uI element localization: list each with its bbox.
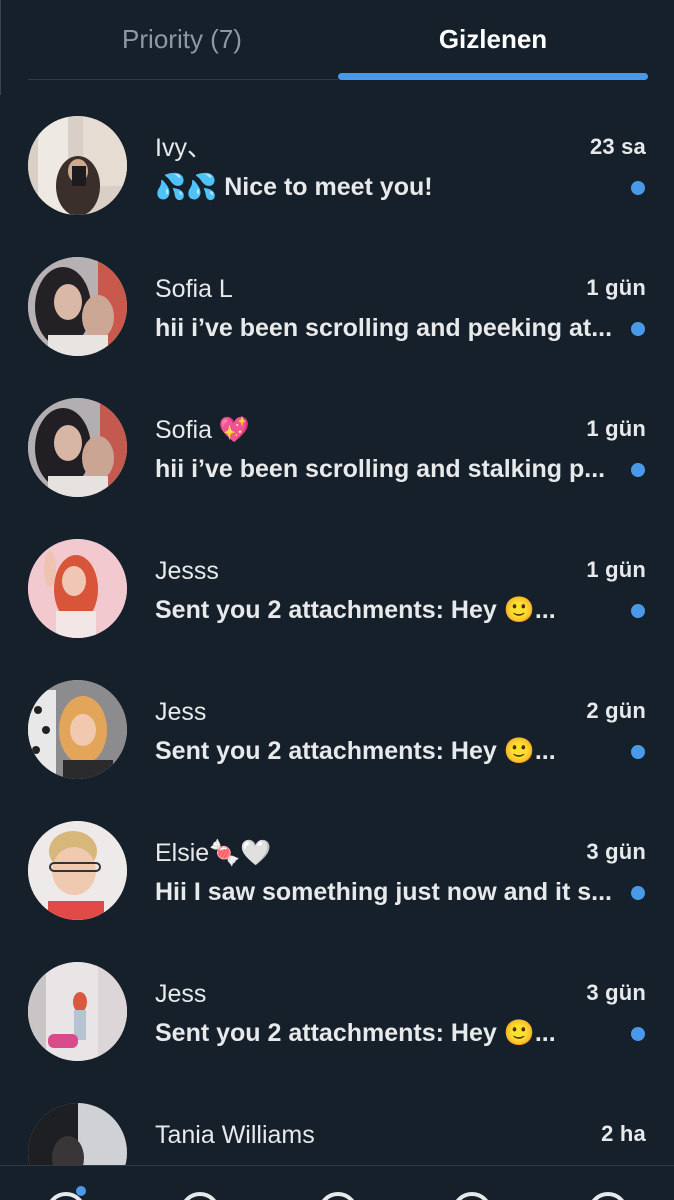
conversation-preview: Hii I saw something just now and it s... xyxy=(155,878,612,906)
avatar[interactable] xyxy=(28,116,127,215)
active-tab-indicator xyxy=(338,73,648,80)
avatar[interactable] xyxy=(28,398,127,497)
conversation-time: 23 sa xyxy=(589,134,646,159)
unread-dot xyxy=(631,745,645,759)
conversation-name: Sofia 💖 xyxy=(155,416,251,444)
conversation-time: 2 gün xyxy=(586,698,646,723)
conversation-preview: 💦💦 Nice to meet you! xyxy=(155,173,433,201)
conversation-preview: hii i’ve been scrolling and peeking at..… xyxy=(155,314,613,342)
conversation-row[interactable]: Sofia L 1 gün hii i’ve been scrolling an… xyxy=(0,236,674,377)
conversation-name: Jess xyxy=(155,980,207,1008)
conversation-preview: Sent you 2 attachments: Hey 🙂... xyxy=(155,1019,556,1047)
avatar[interactable] xyxy=(28,962,127,1061)
conversation-row[interactable]: Elsie🍬🤍 3 gün Hii I saw something just n… xyxy=(0,800,674,941)
conversation-name: Jesss xyxy=(155,557,219,585)
conversation-time: 1 gün xyxy=(586,275,646,300)
conversation-name: Elsie🍬🤍 xyxy=(155,839,272,867)
conversation-preview: hii i’ve been scrolling and stalking p..… xyxy=(155,455,606,483)
conversation-time: 3 gün xyxy=(586,980,646,1005)
conversation-row[interactable]: Ivy、 23 sa 💦💦 Nice to meet you! xyxy=(0,95,674,236)
tab-hidden[interactable]: Gizlenen xyxy=(338,0,648,80)
conversation-name: Tania Williams xyxy=(155,1121,315,1149)
tab-priority[interactable]: Priority (7) xyxy=(28,0,336,80)
conversation-time: 1 gün xyxy=(586,557,646,582)
conversation-name: Sofia L xyxy=(155,275,233,303)
avatar[interactable] xyxy=(28,257,127,356)
conversation-preview: Sent you 2 attachments: Hey 🙂... xyxy=(155,737,556,765)
conversation-row[interactable]: Jess 3 gün Sent you 2 attachments: Hey 🙂… xyxy=(0,941,674,1082)
conversation-row[interactable]: Sofia 💖 1 gün hii i’ve been scrolling an… xyxy=(0,377,674,518)
conversation-time: 3 gün xyxy=(586,839,646,864)
unread-dot xyxy=(631,463,645,477)
avatar[interactable] xyxy=(28,821,127,920)
notifications-icon[interactable] xyxy=(452,1192,492,1200)
conversation-time: 2 ha xyxy=(601,1121,646,1146)
avatar[interactable] xyxy=(28,539,127,638)
conversation-row[interactable]: Jesss 1 gün Sent you 2 attachments: Hey … xyxy=(0,518,674,659)
unread-dot xyxy=(631,181,645,195)
bottom-nav xyxy=(0,1165,674,1200)
conversation-time: 1 gün xyxy=(586,416,646,441)
tab-divider xyxy=(28,79,338,80)
tab-hidden-label: Gizlenen xyxy=(438,24,548,54)
conversation-name: Jess xyxy=(155,698,207,726)
conversation-list: Ivy、 23 sa 💦💦 Nice to meet you! Sofia L … xyxy=(0,95,674,1200)
avatar[interactable] xyxy=(28,680,127,779)
grok-icon[interactable] xyxy=(318,1192,358,1200)
conversation-preview: Sent you 2 attachments: Hey 🙂... xyxy=(155,596,556,624)
home-notification-dot xyxy=(76,1186,86,1196)
unread-dot xyxy=(631,1027,645,1041)
unread-dot xyxy=(631,322,645,336)
message-tabs: Priority (7) Gizlenen xyxy=(0,0,674,80)
messages-icon[interactable] xyxy=(588,1192,628,1200)
messages-screen: Priority (7) Gizlenen Ivy、 23 sa 💦💦 Nice… xyxy=(0,0,674,1200)
unread-dot xyxy=(631,604,645,618)
unread-dot xyxy=(631,886,645,900)
conversation-name: Ivy、 xyxy=(155,134,212,162)
tab-priority-label: Priority (7) xyxy=(122,24,242,54)
conversation-row[interactable]: Jess 2 gün Sent you 2 attachments: Hey 🙂… xyxy=(0,659,674,800)
search-icon[interactable] xyxy=(180,1192,220,1200)
